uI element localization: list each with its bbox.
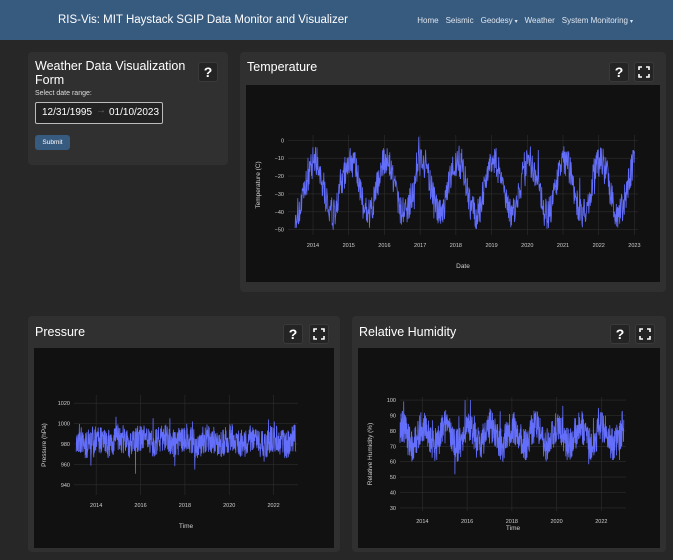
y-tick-label: 0 bbox=[281, 138, 284, 144]
x-tick-label: 2017 bbox=[414, 243, 426, 249]
y-tick-label: 960 bbox=[61, 462, 70, 468]
pressure-chart: 1020 1000 980 960 940 2014 2016 2018 2020 2022 Tim… bbox=[41, 395, 298, 530]
x-tick-label: 2018 bbox=[450, 243, 462, 249]
end-date-input[interactable]: 01/10/2023 bbox=[109, 107, 159, 118]
temperature-title: Temperature bbox=[247, 60, 318, 74]
x-tick-label: 2020 bbox=[223, 503, 235, 509]
y-tick-label: 30 bbox=[390, 506, 396, 512]
x-axis-label: Time bbox=[506, 525, 521, 532]
y-tick-label: 980 bbox=[61, 442, 70, 448]
x-tick-label: 2016 bbox=[378, 243, 390, 249]
pressure-help-button[interactable]: ? bbox=[283, 324, 303, 344]
y-tick-label: −10 bbox=[275, 156, 284, 162]
form-title: Weather Data Visualization Form bbox=[35, 59, 200, 87]
x-tick-label: 2022 bbox=[593, 243, 605, 249]
humidity-title: Relative Humidity bbox=[359, 325, 457, 339]
nav-link-geodesy-label: Geodesy bbox=[480, 15, 513, 25]
nav-link-seismic[interactable]: Seismic bbox=[446, 16, 474, 25]
form-help-button[interactable]: ? bbox=[198, 62, 218, 82]
x-tick-label: 2020 bbox=[521, 243, 533, 249]
x-tick-label: 2021 bbox=[557, 243, 569, 249]
arrow-right-icon: → bbox=[96, 105, 106, 116]
y-tick-label: 1020 bbox=[58, 401, 70, 407]
y-tick-label: 50 bbox=[390, 475, 396, 481]
weather-form-card: Weather Data Visualization Form ? Select… bbox=[28, 52, 228, 165]
pressure-title: Pressure bbox=[35, 325, 86, 339]
expand-icon bbox=[638, 66, 650, 78]
x-axis-label: Date bbox=[456, 263, 470, 270]
form-title-line2: Form bbox=[35, 73, 65, 87]
temperature-chart: 0 −10 −20 −30 −40 −50 2014 2015 2016 2017 2018 2019… bbox=[255, 135, 641, 270]
y-tick-label: −30 bbox=[275, 192, 284, 198]
x-axis-label: Time bbox=[179, 523, 194, 530]
temperature-card: Temperature ? 0 −10 −20 −30 −40 −50 2014 2015 20… bbox=[240, 52, 666, 292]
temperature-fullscreen-button[interactable] bbox=[634, 62, 654, 82]
y-tick-label: 90 bbox=[390, 413, 396, 419]
temperature-series-line bbox=[294, 136, 635, 230]
y-tick-label: 80 bbox=[390, 429, 396, 435]
x-tick-label: 2016 bbox=[461, 519, 473, 525]
temperature-plot[interactable]: 0 −10 −20 −30 −40 −50 2014 2015 2016 2017 2018 2019… bbox=[246, 85, 660, 282]
humidity-chart: 100908070605040302014 2016 2018 2020 2022Tim… bbox=[367, 397, 626, 532]
date-range-picker[interactable]: 12/31/1995 → 01/10/2023 bbox=[35, 102, 163, 124]
y-tick-label: 60 bbox=[390, 460, 396, 466]
x-tick-label: 2023 bbox=[628, 243, 640, 249]
nav-menu: Home Seismic Geodesy ▾ Weather System Mon… bbox=[417, 0, 633, 40]
y-tick-label: 70 bbox=[390, 444, 396, 450]
y-tick-label: 100 bbox=[387, 398, 396, 404]
humidity-card: Relative Humidity ? 100 90 80 70 60 50 40 30 201… bbox=[352, 316, 666, 552]
nav-link-geodesy[interactable]: Geodesy ▾ bbox=[481, 16, 518, 25]
pressure-fullscreen-button[interactable] bbox=[309, 324, 329, 344]
form-title-line1: Weather Data Visualization bbox=[35, 59, 186, 73]
expand-icon bbox=[313, 328, 325, 340]
x-tick-label: 2014 bbox=[90, 503, 102, 509]
y-tick-label: 1000 bbox=[58, 422, 70, 428]
y-tick-label: −40 bbox=[275, 210, 284, 216]
x-tick-label: 2020 bbox=[551, 519, 563, 525]
y-tick-label: −20 bbox=[275, 174, 284, 180]
nav-link-system-monitoring[interactable]: System Monitoring ▾ bbox=[562, 16, 633, 25]
y-tick-label: −50 bbox=[275, 228, 284, 234]
y-axis-label: Relative Humidity (%) bbox=[367, 423, 374, 486]
pressure-card: Pressure ? 1020 1000 980 960 940 2014 2016 2018… bbox=[28, 316, 340, 552]
submit-button[interactable]: Submit bbox=[35, 135, 70, 150]
temperature-help-button[interactable]: ? bbox=[609, 62, 629, 82]
nav-link-system-monitoring-label: System Monitoring bbox=[561, 15, 628, 25]
x-tick-label: 2019 bbox=[485, 243, 497, 249]
chevron-down-icon: ▾ bbox=[629, 18, 633, 25]
nav-link-weather[interactable]: Weather bbox=[525, 16, 555, 25]
x-tick-label: 2014 bbox=[307, 243, 319, 249]
y-tick-label: 940 bbox=[61, 483, 70, 489]
pressure-plot[interactable]: 1020 1000 980 960 940 2014 2016 2018 2020 2022 Tim… bbox=[34, 348, 334, 548]
app-brand[interactable]: RIS-Vis: MIT Haystack SGIP Data Monitor … bbox=[58, 0, 348, 40]
y-axis-label: Pressure (hPa) bbox=[41, 423, 48, 467]
pressure-series-line bbox=[75, 416, 297, 474]
x-tick-label: 2016 bbox=[134, 503, 146, 509]
date-range-label: Select date range: bbox=[35, 90, 92, 97]
x-tick-label: 2015 bbox=[343, 243, 355, 249]
x-tick-label: 2018 bbox=[179, 503, 191, 509]
humidity-help-button[interactable]: ? bbox=[610, 324, 630, 344]
x-tick-label: 2022 bbox=[267, 503, 279, 509]
start-date-input[interactable]: 12/31/1995 bbox=[42, 107, 92, 118]
humidity-plot[interactable]: 100 90 80 70 60 50 40 30 2014 2016 2018 2020 2022 Tim… bbox=[358, 348, 660, 548]
x-tick-label: 2014 bbox=[416, 519, 428, 525]
chevron-down-icon: ▾ bbox=[514, 18, 518, 25]
humidity-fullscreen-button[interactable] bbox=[635, 324, 655, 344]
expand-icon bbox=[639, 328, 651, 340]
y-axis-label: Temperature (C) bbox=[255, 161, 262, 208]
y-tick-label: 40 bbox=[390, 491, 396, 497]
top-navbar: RIS-Vis: MIT Haystack SGIP Data Monitor … bbox=[0, 0, 673, 40]
nav-link-home[interactable]: Home bbox=[417, 16, 438, 25]
x-tick-label: 2022 bbox=[595, 519, 607, 525]
